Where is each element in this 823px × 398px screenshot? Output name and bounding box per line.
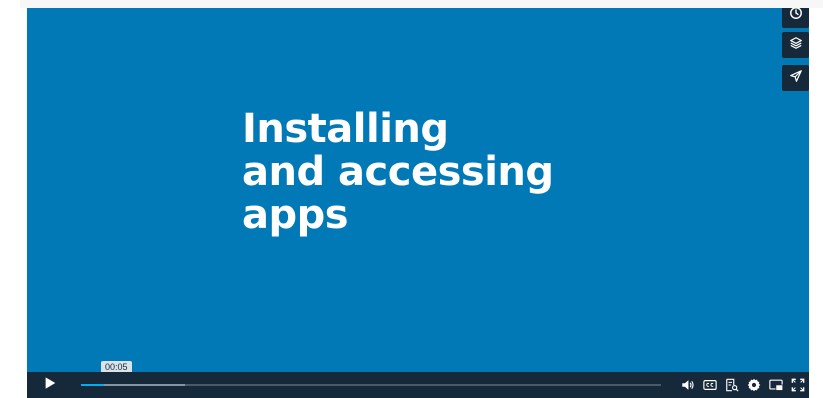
clock-icon bbox=[789, 8, 803, 25]
title-line-2: and accessing bbox=[242, 149, 554, 195]
fullscreen-icon[interactable] bbox=[790, 378, 805, 393]
progress-played bbox=[81, 384, 105, 386]
picture-in-picture-icon[interactable] bbox=[768, 378, 783, 393]
page: Installing and accessing apps 00:05 bbox=[0, 0, 823, 398]
page-frame-edge bbox=[20, 0, 823, 8]
watch-later-button[interactable] bbox=[782, 8, 809, 28]
collections-button[interactable] bbox=[782, 32, 809, 58]
video-player[interactable]: Installing and accessing apps bbox=[27, 8, 809, 398]
transcript-icon[interactable] bbox=[724, 378, 739, 393]
control-icons bbox=[680, 372, 805, 398]
progress-bar[interactable] bbox=[81, 382, 661, 388]
share-button[interactable] bbox=[782, 65, 809, 91]
volume-icon[interactable] bbox=[680, 378, 695, 393]
play-icon bbox=[43, 376, 57, 395]
video-title-card: Installing and accessing apps bbox=[242, 108, 554, 237]
control-bar bbox=[27, 372, 809, 398]
play-button[interactable] bbox=[27, 372, 73, 398]
title-line-3: apps bbox=[242, 192, 349, 238]
settings-icon[interactable] bbox=[746, 378, 761, 393]
closed-captions-icon[interactable] bbox=[702, 378, 717, 393]
send-icon bbox=[789, 69, 803, 88]
layers-icon bbox=[789, 36, 803, 55]
title-line-1: Installing bbox=[242, 106, 449, 152]
